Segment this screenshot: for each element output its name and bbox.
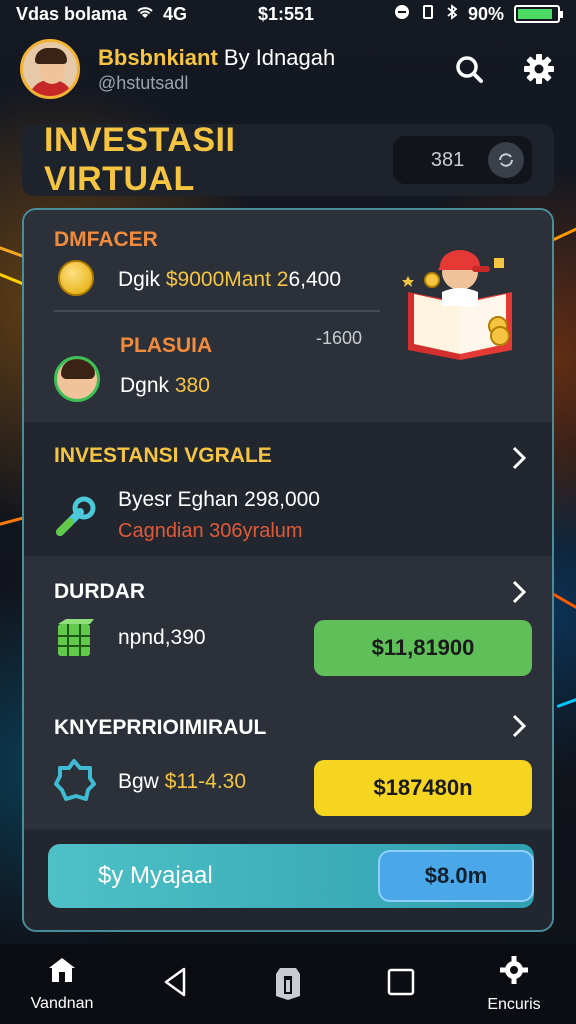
- investment-line-2: Cagndian 306yralum: [118, 520, 303, 542]
- user-name-rest: By Idnagah: [217, 44, 336, 70]
- durdar-button[interactable]: $11,81900: [314, 620, 532, 676]
- investment-line-1: Byesr Eghan 298,000: [118, 488, 320, 511]
- chevron-right-icon[interactable]: [512, 580, 527, 609]
- network-label: 4G: [163, 3, 188, 24]
- header: Bbsbnkiant By Idnagah @hstutsadl: [0, 30, 576, 108]
- nav-home[interactable]: Vandnan: [22, 956, 102, 1013]
- status-time: $1:551: [258, 3, 315, 24]
- chevron-right-icon[interactable]: [512, 446, 527, 475]
- knyep-value: Bgw $11-4.30: [118, 770, 246, 794]
- nav-back[interactable]: [135, 965, 215, 1004]
- summary-side-value: -1600: [316, 328, 363, 348]
- durdar-value: npnd,390: [118, 626, 206, 649]
- recents-icon: [386, 967, 416, 1002]
- search-icon[interactable]: [452, 52, 486, 86]
- page-title: INVESTASII VIRTUAL: [44, 121, 236, 198]
- refresh-icon[interactable]: [488, 142, 524, 178]
- title-bar: INVESTASII VIRTUAL 381: [22, 121, 554, 198]
- bluetooth-icon: [446, 3, 458, 25]
- avatar[interactable]: [20, 39, 80, 99]
- grid-box-icon: [54, 618, 96, 665]
- summary-row-2-prefix: Dgnk: [120, 374, 175, 397]
- divider: [54, 310, 380, 312]
- durdar-section: DURDAR npnd,390 $11,81900: [24, 556, 552, 686]
- book-illustration: [402, 232, 520, 362]
- durdar-label: DURDAR: [54, 580, 145, 603]
- battery-icon: [514, 5, 563, 23]
- profile-avatar: [54, 356, 100, 402]
- settings-icon: [499, 955, 529, 990]
- nav-settings[interactable]: Encuris: [474, 955, 554, 1014]
- user-name: Bbsbnkiant By Idnagah: [98, 45, 335, 71]
- bottom-nav: Vandnan Encuris: [0, 944, 576, 1024]
- user-name-highlight: Bbsbnkiant: [98, 44, 218, 70]
- vibrate-icon: [420, 4, 436, 25]
- summary-row-1-highlight: $9000Mant 2: [165, 268, 289, 291]
- nav-settings-label: Encuris: [487, 995, 541, 1013]
- badge-icon: [52, 758, 96, 807]
- nav-recents[interactable]: [361, 967, 441, 1002]
- summary-section: DMFACER Dgik $9000Mant 26,400 PLASUIA -1…: [24, 210, 552, 422]
- summary-row-2-highlight: 380: [174, 374, 210, 397]
- nav-home-label: Vandnan: [30, 994, 94, 1012]
- status-bar: Vdas bolama 4G $1:551 90%: [0, 0, 576, 28]
- nav-app[interactable]: [248, 962, 328, 1007]
- summary-row-1: Dgik $9000Mant 26,400: [118, 268, 341, 292]
- dnd-icon: [394, 4, 410, 25]
- balance-label: $y Myajaal: [98, 862, 213, 889]
- coin-icon: [58, 260, 94, 296]
- knyep-section: KNYEPRRIOIMIRAUL Bgw $11-4.30 $187480n: [24, 690, 552, 828]
- investment-section[interactable]: INVESTANSI VGRALE Byesr Eghan 298,000 Ca…: [24, 422, 552, 556]
- gear-icon[interactable]: [522, 52, 556, 86]
- balance-section: $y Myajaal $8.0m: [24, 830, 552, 930]
- back-icon: [160, 965, 190, 1004]
- battery-level: [518, 9, 553, 19]
- wifi-icon: [135, 4, 155, 25]
- summary-row-1-prefix: Dgik: [118, 268, 166, 291]
- title-counter[interactable]: 381: [392, 136, 532, 184]
- status-left-text: Vdas bolama: [16, 3, 128, 24]
- user-info: Bbsbnkiant By Idnagah @hstutsadl: [98, 45, 335, 94]
- summary-label: DMFACER: [54, 228, 158, 251]
- user-handle: @hstutsadl: [98, 72, 189, 93]
- balance-button[interactable]: $8.0m: [378, 850, 534, 902]
- knyep-value-highlight: $11-4.30: [164, 770, 247, 793]
- summary-label-2: PLASUIA: [120, 334, 213, 357]
- summary-row-1-suffix: 6,400: [288, 268, 342, 291]
- app-icon: [274, 962, 302, 1007]
- main-panel: DMFACER Dgik $9000Mant 26,400 PLASUIA -1…: [22, 208, 554, 932]
- knyep-label: KNYEPRRIOIMIRAUL: [54, 716, 267, 739]
- chevron-right-icon[interactable]: [512, 714, 527, 743]
- knyep-value-prefix: Bgw: [118, 770, 165, 793]
- battery-label: 90%: [467, 3, 504, 24]
- summary-row-2: Dgnk 380: [120, 374, 210, 398]
- home-icon: [47, 956, 77, 989]
- title-count-value: 381: [430, 148, 465, 171]
- wrench-icon: [54, 494, 98, 543]
- knyep-button[interactable]: $187480n: [314, 760, 532, 816]
- investment-label: INVESTANSI VGRALE: [54, 444, 272, 467]
